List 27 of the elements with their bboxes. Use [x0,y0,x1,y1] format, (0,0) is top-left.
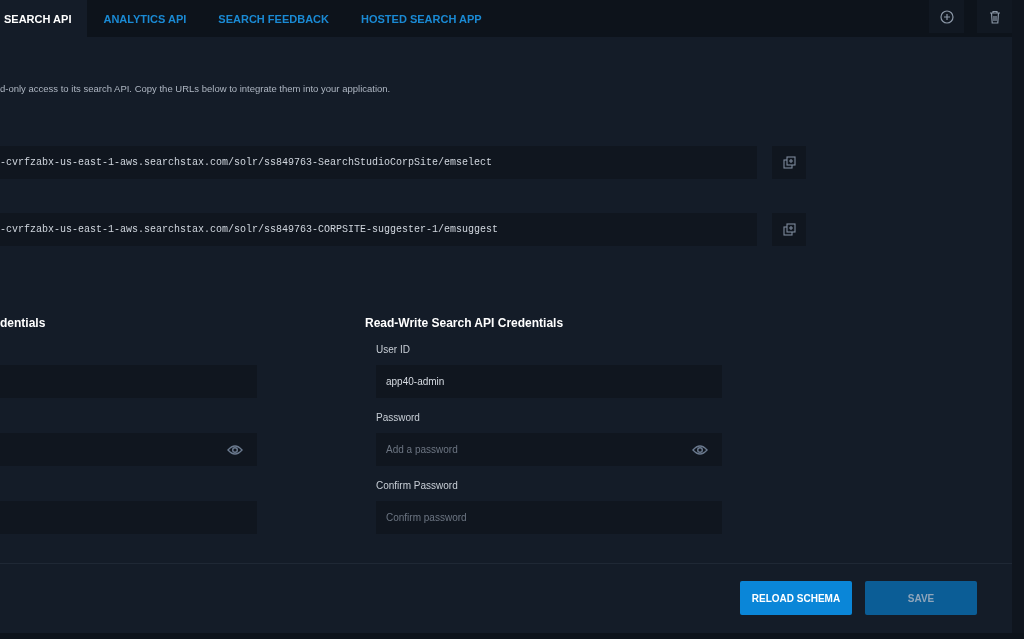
tab[interactable]: SEARCH API [0,0,88,37]
copy-button[interactable] [772,146,806,179]
field-label: User ID [376,344,411,356]
field-label: Password [376,412,421,424]
reload-button[interactable]: RELOAD SCHEMA [740,581,852,615]
url-field[interactable]: -cvrfzabx-us-east-1-aws.searchstax.com/solr/ss849763-SearchStudioCorpSite/emselect [0,146,757,179]
tab[interactable]: SEARCH FEEDBACK [202,0,345,37]
password-field[interactable]: Add a password [376,433,722,466]
eye-icon[interactable] [227,443,243,456]
copy-icon [782,223,796,236]
add-button[interactable] [929,0,964,33]
copy-button[interactable] [772,213,806,246]
delete-button[interactable] [977,0,1012,33]
password-field[interactable] [0,433,257,466]
copy-icon [782,156,796,169]
section-title: Read-Write Search API Credentials [365,316,565,330]
eye-icon[interactable] [692,443,708,456]
field-label: Confirm Password [376,480,459,492]
trash-icon [988,9,1001,24]
input-field[interactable]: app40-admin [376,365,722,398]
tab[interactable]: ANALYTICS API [87,0,203,37]
add-icon [939,9,954,24]
input-field[interactable]: Confirm password [376,501,722,534]
section-title: dentials [0,316,47,330]
tab[interactable]: HOSTED SEARCH APP [345,0,498,37]
url-field[interactable]: -cvrfzabx-us-east-1-aws.searchstax.com/solr/ss849763-CORPSITE-suggester-1/emsuggest [0,213,757,246]
description-text: d-only access to its search API. Copy the URLs below to integrate them into your application. [0,83,392,94]
